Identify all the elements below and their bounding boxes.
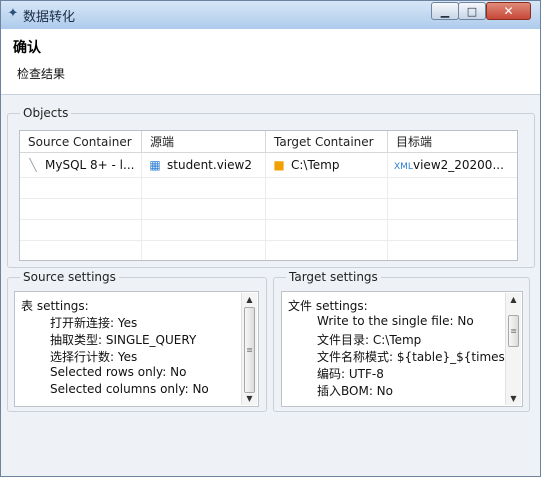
source-settings-text[interactable]: 表 settings: 打开新连接: Yes 抽取类型: SINGLE_QUER…	[14, 291, 259, 407]
row-divider	[20, 177, 517, 178]
minimize-icon: ▁	[440, 4, 450, 18]
column-header-source-container[interactable]: Source Container	[20, 131, 142, 153]
row-divider	[20, 198, 517, 199]
table-icon: ▦	[149, 158, 161, 172]
source-settings-title: Source settings	[20, 270, 119, 284]
column-header-source[interactable]: 源端	[142, 131, 266, 153]
target-settings-group: Target settings 文件 settings: Write to th…	[273, 270, 530, 412]
source-settings-scrollbar[interactable]: ▲ ▼	[241, 293, 257, 405]
data-transfer-icon: ✦	[7, 6, 19, 21]
folder-icon: ■	[273, 158, 285, 172]
target-settings-title: Target settings	[286, 270, 381, 284]
target-setting-line: Write to the single file: No	[317, 314, 474, 328]
column-divider	[387, 177, 388, 260]
minimize-button[interactable]: ▁	[431, 2, 459, 20]
wizard-header: 确认 检查结果	[1, 29, 540, 95]
scroll-up-arrow-icon[interactable]: ▲	[242, 293, 257, 306]
column-divider	[265, 177, 266, 260]
objects-group: Objects Source Container 源端 Target Conta…	[7, 106, 535, 268]
source-setting-line: Selected rows only: No	[50, 365, 187, 379]
source-settings-header: 表 settings:	[21, 299, 89, 313]
objects-group-title: Objects	[20, 106, 72, 120]
maximize-button[interactable]: □	[458, 2, 486, 20]
source-setting-line: 抽取类型: SINGLE_QUERY	[50, 333, 197, 347]
scroll-down-arrow-icon[interactable]: ▼	[242, 392, 257, 405]
source-setting-line: 选择行计数: Yes	[50, 350, 138, 364]
scroll-up-arrow-icon[interactable]: ▲	[506, 293, 521, 306]
page-subtitle: 检查结果	[17, 67, 66, 81]
xml-file-icon: XML	[394, 162, 413, 172]
scrollbar-thumb[interactable]	[244, 307, 255, 393]
table-cell-target-container[interactable]: ■ C:\Temp	[266, 153, 388, 177]
data-transfer-window: ✦ 数据转化 ▁ □ ✕ 确认 检查结果 Objects Source Cont…	[0, 0, 541, 477]
target-setting-line: 插入BOM: No	[317, 384, 393, 398]
target-setting-line: 编码: UTF-8	[317, 367, 384, 381]
table-cell-target[interactable]: XMLview2_20200...	[388, 153, 517, 177]
target-settings-header: 文件 settings:	[288, 299, 368, 313]
table-cell-source-container[interactable]: ╲ MySQL 8+ - l...	[20, 153, 142, 177]
column-header-target[interactable]: 目标端	[388, 131, 517, 153]
row-divider	[20, 219, 517, 220]
close-icon: ✕	[503, 4, 514, 18]
column-header-target-container[interactable]: Target Container	[266, 131, 388, 153]
maximize-icon: □	[466, 4, 478, 18]
scrollbar-thumb[interactable]	[508, 315, 519, 347]
source-setting-line: Selected columns only: No	[50, 382, 209, 396]
title-bar[interactable]: ✦ 数据转化 ▁ □ ✕	[1, 1, 540, 30]
column-divider	[141, 177, 142, 260]
target-settings-text[interactable]: 文件 settings: Write to the single file: N…	[281, 291, 523, 407]
table-cell-source[interactable]: ▦ student.view2	[142, 153, 266, 177]
target-setting-line: 文件目录: C:\Temp	[317, 333, 422, 347]
mysql-icon: ╲	[29, 158, 37, 172]
target-settings-scrollbar[interactable]: ▲ ▼	[505, 293, 521, 405]
scroll-down-arrow-icon[interactable]: ▼	[506, 392, 521, 405]
source-settings-group: Source settings 表 settings: 打开新连接: Yes 抽…	[7, 270, 267, 412]
row-divider	[20, 240, 517, 241]
source-setting-line: 打开新连接: Yes	[50, 316, 138, 330]
close-button[interactable]: ✕	[486, 2, 531, 20]
target-setting-line: 文件名称模式: ${table}_${timest	[317, 350, 510, 364]
objects-table[interactable]: Source Container 源端 Target Container 目标端…	[19, 130, 518, 261]
window-title: 数据转化	[23, 10, 76, 25]
page-title: 确认	[13, 40, 41, 56]
